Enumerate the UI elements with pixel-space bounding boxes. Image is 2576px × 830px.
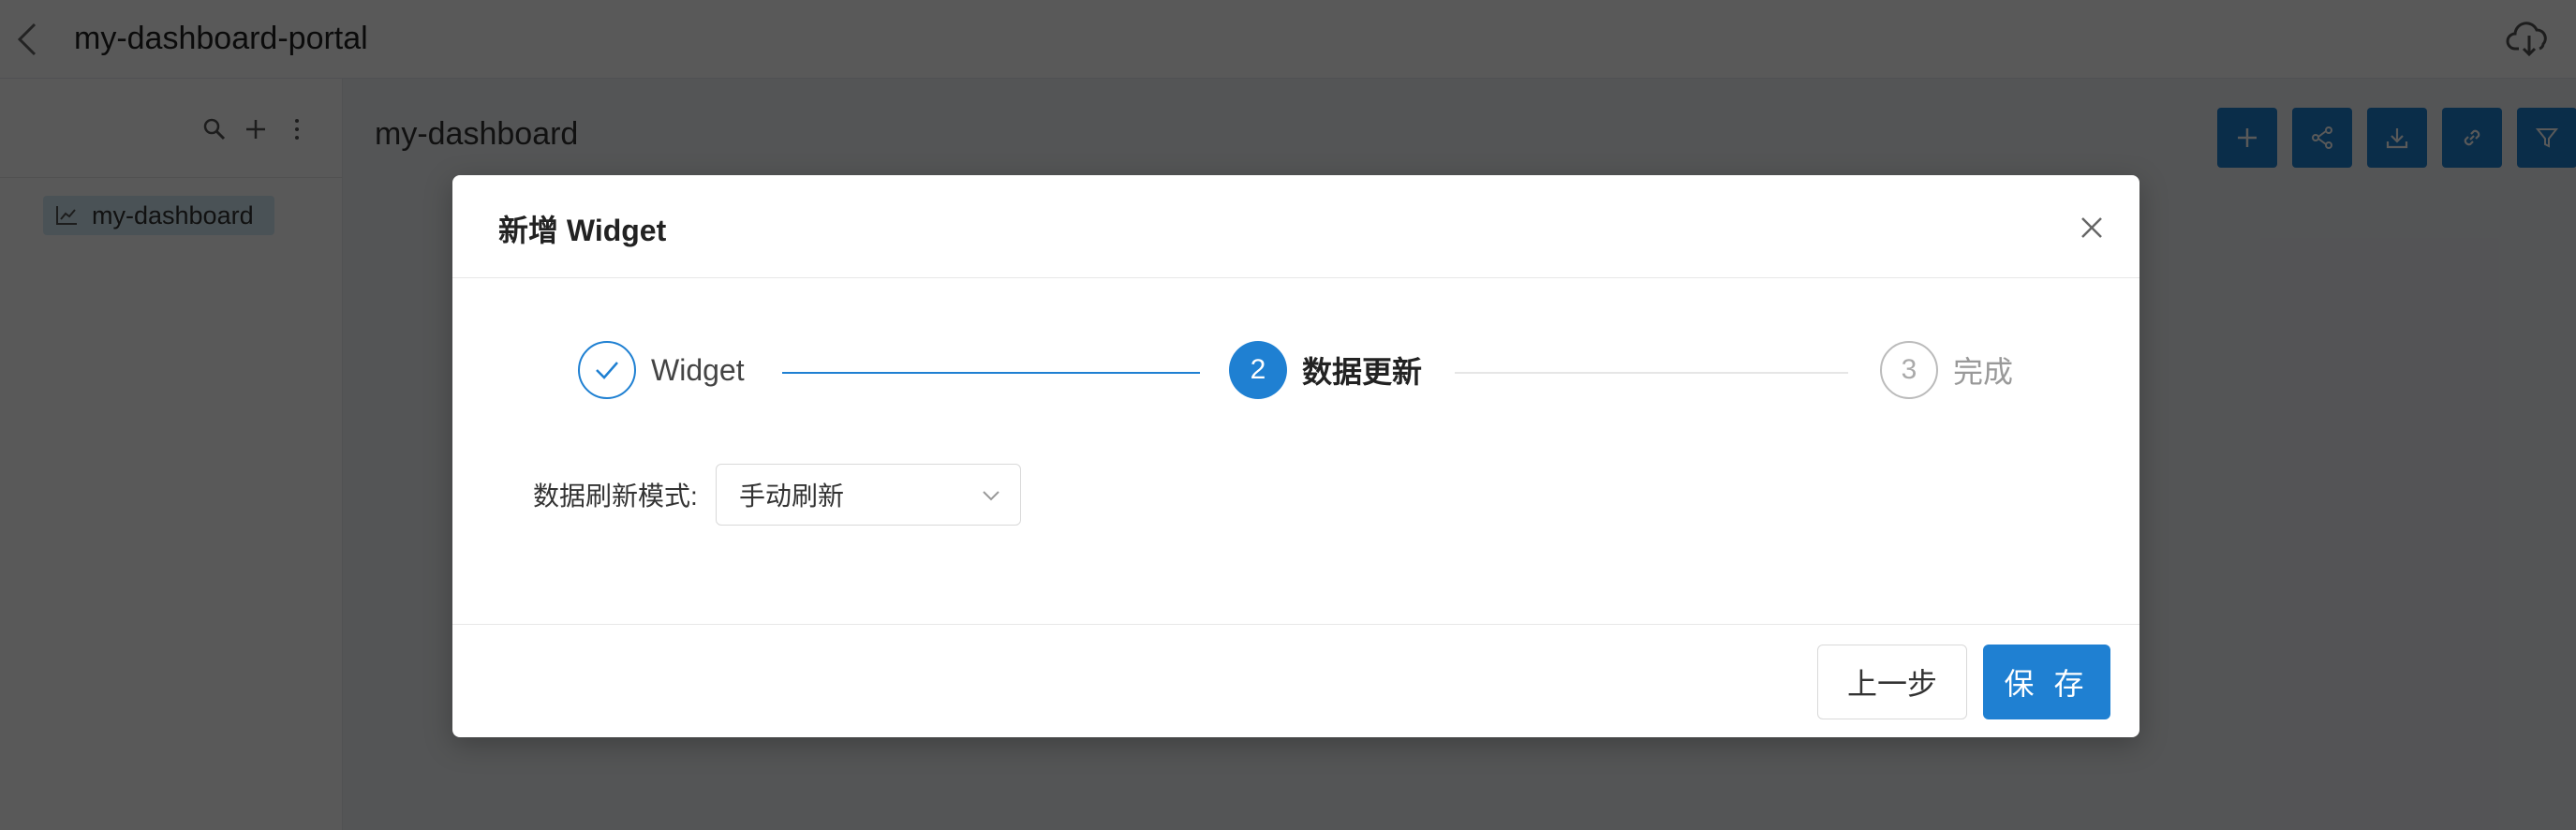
check-icon — [596, 362, 618, 379]
refresh-mode-select[interactable]: 手动刷新 — [716, 464, 1021, 526]
step-connector-1 — [782, 372, 1200, 374]
modal-footer-divider — [452, 624, 2139, 625]
refresh-mode-value: 手动刷新 — [739, 482, 845, 511]
modal-title: 新增 Widget — [498, 214, 667, 247]
save-button[interactable]: 保 存 — [1983, 645, 2110, 719]
chevron-down-icon — [983, 491, 999, 501]
step-1-label: Widget — [651, 352, 745, 387]
step-widget: Widget — [578, 341, 745, 399]
step-2-circle: 2 — [1229, 341, 1287, 399]
step-3-label: 完成 — [1953, 355, 2014, 389]
step-3-circle: 3 — [1880, 341, 1938, 399]
prev-step-button[interactable]: 上一步 — [1817, 645, 1967, 719]
refresh-mode-label: 数据刷新模式: — [533, 482, 698, 511]
step-connector-2 — [1455, 372, 1848, 374]
step-data-update: 2 数据更新 — [1229, 341, 1422, 399]
step-1-circle — [578, 341, 636, 399]
close-icon — [2081, 217, 2102, 238]
modal-header: 新增 Widget — [452, 175, 2139, 278]
step-complete: 3 完成 — [1880, 341, 2013, 399]
step-2-label: 数据更新 — [1302, 355, 1423, 389]
add-widget-modal: 新增 Widget Widget 2 数据更新 3 完成 数据刷新模式: 手动刷… — [452, 175, 2139, 737]
modal-close-button[interactable] — [2073, 209, 2110, 246]
